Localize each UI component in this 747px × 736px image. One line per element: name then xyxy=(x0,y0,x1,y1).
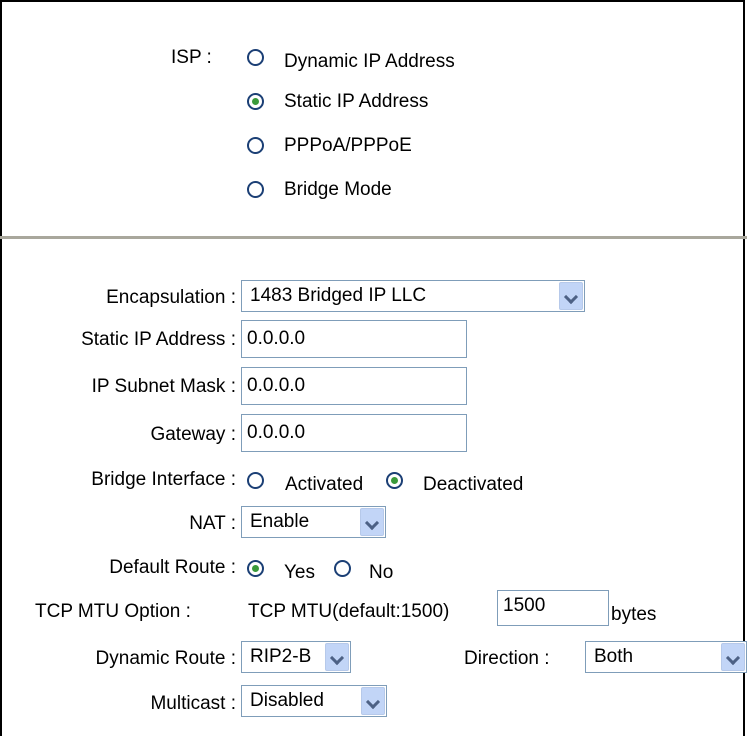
direction-value: Both xyxy=(594,646,634,667)
static-ip-label: Static IP Address : xyxy=(81,329,236,350)
direction-select[interactable]: Both xyxy=(585,641,747,673)
default-route-no-radio[interactable] xyxy=(334,560,351,577)
mtu-default-text: TCP MTU(default:1500) xyxy=(248,601,450,622)
bridge-interface-label: Bridge Interface : xyxy=(91,469,236,490)
multicast-value: Disabled xyxy=(250,690,324,711)
chevron-down-icon xyxy=(360,508,384,536)
chevron-down-icon xyxy=(559,282,583,310)
default-route-no-label: No xyxy=(369,562,394,583)
isp-pppoe-label: PPPoA/PPPoE xyxy=(284,135,412,156)
encapsulation-value: 1483 Bridged IP LLC xyxy=(250,285,427,306)
isp-bridge-label: Bridge Mode xyxy=(284,179,392,200)
mtu-input[interactable]: 1500 xyxy=(497,590,609,626)
isp-static-label: Static IP Address xyxy=(284,91,429,112)
chevron-down-icon xyxy=(325,643,349,671)
gateway-input[interactable]: 0.0.0.0 xyxy=(241,414,467,452)
direction-label: Direction : xyxy=(464,648,550,669)
nat-select[interactable]: Enable xyxy=(241,506,386,538)
default-route-label: Default Route : xyxy=(109,557,236,578)
dynamic-route-value: RIP2-B xyxy=(250,646,312,667)
bridge-deactivated-label: Deactivated xyxy=(423,474,524,495)
mtu-option-label: TCP MTU Option : xyxy=(35,601,191,622)
encapsulation-label: Encapsulation : xyxy=(106,287,236,308)
default-route-yes-label: Yes xyxy=(284,562,315,583)
isp-label: ISP : xyxy=(171,47,212,68)
dynamic-route-label: Dynamic Route : xyxy=(95,648,236,669)
encapsulation-select[interactable]: 1483 Bridged IP LLC xyxy=(241,280,585,312)
static-ip-input[interactable]: 0.0.0.0 xyxy=(241,320,467,358)
dynamic-route-select[interactable]: RIP2-B xyxy=(241,641,351,673)
multicast-label: Multicast : xyxy=(150,693,236,714)
isp-static-radio[interactable] xyxy=(247,93,264,110)
nat-label: NAT : xyxy=(189,513,236,534)
isp-bridge-radio[interactable] xyxy=(247,181,264,198)
chevron-down-icon xyxy=(721,643,745,671)
bridge-activated-radio[interactable] xyxy=(247,472,264,489)
subnet-mask-label: IP Subnet Mask : xyxy=(91,376,236,397)
section-divider xyxy=(0,236,747,239)
isp-dynamic-label: Dynamic IP Address xyxy=(284,51,455,72)
isp-pppoe-radio[interactable] xyxy=(247,137,264,154)
isp-dynamic-radio[interactable] xyxy=(247,49,264,66)
nat-value: Enable xyxy=(250,511,310,532)
chevron-down-icon xyxy=(361,687,385,715)
bridge-deactivated-radio[interactable] xyxy=(386,472,403,489)
default-route-yes-radio[interactable] xyxy=(247,560,264,577)
subnet-mask-input[interactable]: 0.0.0.0 xyxy=(241,367,467,405)
bridge-activated-label: Activated xyxy=(285,474,364,495)
gateway-label: Gateway : xyxy=(150,424,236,445)
mtu-unit: bytes xyxy=(611,604,657,625)
multicast-select[interactable]: Disabled xyxy=(241,685,387,717)
